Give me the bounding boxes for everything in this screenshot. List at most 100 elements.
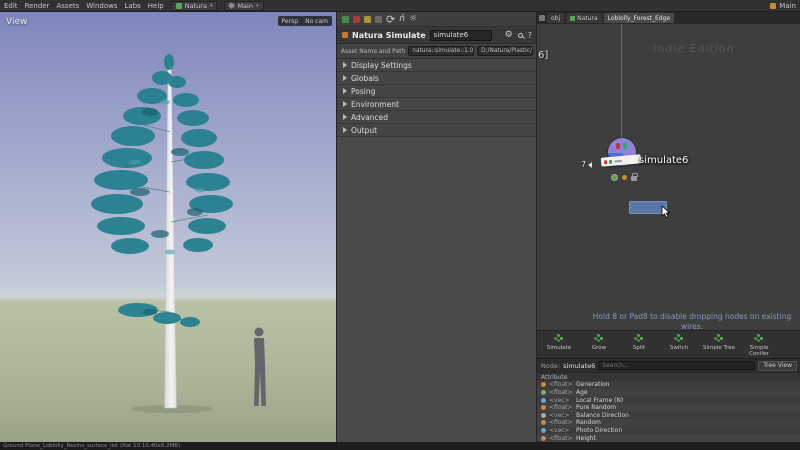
section-display-settings[interactable]: Display Settings bbox=[337, 59, 537, 72]
parameter-titlebar: Natura Simulate ⚙ ? bbox=[337, 27, 537, 44]
attribute-icon bbox=[541, 428, 546, 434]
attribute-name: Height bbox=[576, 434, 596, 442]
node-name-field[interactable] bbox=[429, 29, 492, 41]
tool-split[interactable]: Split bbox=[621, 334, 657, 351]
attribute-row[interactable]: <float> Age bbox=[537, 388, 800, 397]
viewport-view-label: View bbox=[6, 17, 28, 27]
badge-bar-icon bbox=[613, 159, 623, 163]
tab-loblolly-forest-edge[interactable]: Loblolly_Forest_Edge bbox=[603, 13, 675, 23]
status-bar: Ground Plane_Loblolly_Resins_surface_lis… bbox=[0, 442, 800, 450]
node-flags bbox=[611, 173, 638, 181]
viewport-persp-button[interactable]: Persp bbox=[277, 16, 302, 26]
gear-icon[interactable]: ⚙ bbox=[505, 30, 513, 40]
status-text: Ground Plane_Loblolly_Resins_surface_lis… bbox=[3, 443, 181, 449]
parameter-toolbar: ⟳ n̂ ☼ bbox=[337, 12, 537, 27]
tree-view-button[interactable]: Tree View bbox=[758, 360, 797, 371]
node-gray-icon[interactable] bbox=[375, 15, 382, 23]
attribute-icon bbox=[541, 420, 546, 426]
tool-label: Simple Conifer bbox=[749, 345, 769, 358]
section-label: Advanced bbox=[351, 112, 389, 122]
attribute-row[interactable]: <vec> Balance Direction bbox=[537, 411, 800, 420]
tab-natura[interactable]: Natura bbox=[566, 13, 602, 23]
attribute-name: Photo Direction bbox=[576, 427, 623, 435]
chevron-right-icon bbox=[343, 101, 347, 107]
section-environment[interactable]: Environment bbox=[337, 98, 537, 111]
template-flag-icon[interactable] bbox=[622, 175, 627, 180]
node-label: Node: bbox=[541, 361, 561, 370]
tool-simulate[interactable]: Simulate bbox=[541, 334, 577, 351]
section-posing[interactable]: Posing bbox=[337, 85, 537, 98]
section-output[interactable]: Output bbox=[337, 124, 537, 137]
tool-switch[interactable]: Switch bbox=[661, 334, 697, 351]
menu-labs[interactable]: Labs bbox=[125, 2, 141, 10]
refresh-icon[interactable]: ⟳ bbox=[386, 14, 395, 25]
node-input-count: 7 bbox=[581, 160, 593, 169]
menu-help[interactable]: Help bbox=[148, 2, 164, 10]
section-advanced[interactable]: Advanced bbox=[337, 111, 537, 124]
attribute-row[interactable]: <float> Pure Random bbox=[537, 403, 800, 412]
viewport-3d[interactable]: View Persp No cam bbox=[0, 12, 336, 442]
badge-green-icon bbox=[608, 159, 613, 164]
tool-simple-conifer[interactable]: Simple Conifer bbox=[741, 334, 777, 358]
node-title: simulate6 bbox=[639, 155, 689, 166]
node-info-bar: Node: simulate6 Tree View bbox=[537, 358, 800, 372]
viewport-nocam-button[interactable]: No cam bbox=[301, 16, 332, 26]
tab-obj[interactable]: obj bbox=[547, 13, 565, 23]
input-arrow-icon bbox=[588, 161, 593, 168]
node-yellow-icon[interactable] bbox=[364, 15, 371, 23]
menu-assets[interactable]: Assets bbox=[56, 2, 79, 10]
attribute-name: Random bbox=[576, 419, 601, 427]
attribute-name: Local Frame (N) bbox=[576, 396, 624, 404]
node-red-icon[interactable] bbox=[353, 15, 360, 23]
attribute-name: Generation bbox=[576, 381, 610, 389]
tool-label: Split bbox=[632, 345, 646, 351]
magnifier-icon[interactable] bbox=[517, 32, 523, 38]
pane-tab-main[interactable]: Main bbox=[770, 2, 796, 10]
menu-render[interactable]: Render bbox=[25, 2, 50, 10]
tab-label: Natura bbox=[577, 14, 598, 22]
shelf-selector-main[interactable]: Main ▾ bbox=[224, 0, 264, 11]
asset-type-value: natura::simulate::1.0 bbox=[412, 48, 474, 54]
asset-path-dropdown[interactable]: D:/Natura/Plastic/src/lo... bbox=[477, 46, 533, 56]
tool-grow[interactable]: Grow bbox=[581, 334, 617, 351]
help-icon[interactable]: ? bbox=[528, 31, 532, 40]
attribute-type: <float> bbox=[549, 434, 573, 442]
badge-red-icon bbox=[603, 159, 608, 164]
attribute-row[interactable]: <vec> Photo Direction bbox=[537, 426, 800, 435]
tree-node-icon bbox=[634, 334, 644, 343]
asset-type-dropdown[interactable]: natura::simulate::1.0 bbox=[408, 46, 475, 56]
mouse-cursor-icon bbox=[661, 205, 671, 219]
tree-node-icon bbox=[714, 334, 724, 343]
tool-label: Simple Tree bbox=[703, 345, 735, 351]
attribute-icon bbox=[541, 405, 546, 411]
menu-windows[interactable]: Windows bbox=[86, 2, 117, 10]
network-canvas[interactable]: Indie Edition 6] 7 simulate6 Hold 8 or P… bbox=[537, 24, 800, 330]
attribute-row[interactable]: <vec> Local Frame (N) bbox=[537, 396, 800, 404]
chevron-right-icon bbox=[343, 127, 347, 133]
asset-plug-icon bbox=[342, 32, 348, 38]
attribute-icon bbox=[541, 389, 546, 395]
display-flag-icon[interactable] bbox=[611, 174, 618, 181]
attribute-row[interactable]: <float> Height bbox=[537, 434, 800, 442]
asset-name-path-row: Asset Name and Path natura::simulate::1.… bbox=[337, 44, 537, 59]
parameter-title: Natura Simulate bbox=[352, 30, 426, 40]
tree-render bbox=[91, 54, 266, 413]
attribute-name: Pure Random bbox=[576, 404, 617, 412]
node-green-icon[interactable] bbox=[342, 15, 349, 23]
tree-node-icon bbox=[594, 334, 604, 343]
menu-edit[interactable]: Edit bbox=[4, 2, 18, 10]
attribute-type: <float> bbox=[549, 381, 573, 389]
section-globals[interactable]: Globals bbox=[337, 72, 537, 85]
display-options-icon[interactable]: ☼ bbox=[409, 14, 417, 24]
lock-icon[interactable] bbox=[631, 173, 638, 181]
attribute-search-input[interactable] bbox=[598, 361, 756, 370]
attribute-row[interactable]: <float> Random bbox=[537, 419, 800, 427]
attribute-icon bbox=[541, 397, 546, 403]
attribute-type: <vec> bbox=[549, 411, 570, 419]
normals-icon[interactable]: n̂ bbox=[399, 14, 405, 24]
attribute-row[interactable]: <float> Generation bbox=[537, 381, 800, 389]
chevron-right-icon bbox=[343, 88, 347, 94]
desktop-selector-natura[interactable]: Natura ▾ bbox=[170, 0, 218, 11]
tool-simple-tree[interactable]: Simple Tree bbox=[701, 334, 737, 351]
network-pane-icon[interactable] bbox=[539, 15, 545, 21]
